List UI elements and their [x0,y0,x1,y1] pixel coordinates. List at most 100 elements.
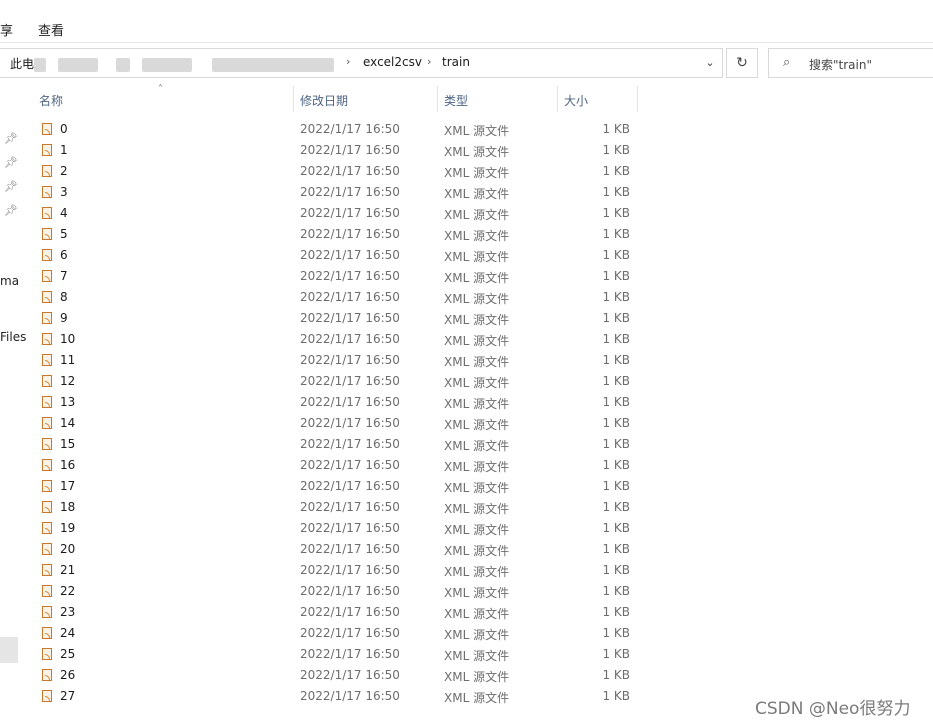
file-name: 4 [60,206,68,220]
address-bar[interactable] [0,48,723,78]
file-type: XML 源文件 [444,481,510,495]
file-row[interactable]: 2 2022/1/17 16:50 XML 源文件 1 KB [0,161,640,182]
file-size: 1 KB [602,647,630,661]
file-size: 1 KB [602,689,630,703]
file-type: XML 源文件 [444,397,510,411]
file-name: 18 [60,500,76,514]
file-row[interactable]: 12 2022/1/17 16:50 XML 源文件 1 KB [0,371,640,392]
file-modified-date: 2022/1/17 16:50 [300,626,400,640]
file-row[interactable]: 24 2022/1/17 16:50 XML 源文件 1 KB [0,623,640,644]
file-type: XML 源文件 [444,502,510,516]
xml-file-icon [42,417,52,429]
file-row[interactable]: 18 2022/1/17 16:50 XML 源文件 1 KB [0,497,640,518]
file-name: 13 [60,395,76,409]
xml-file-icon [42,648,52,660]
column-divider[interactable] [637,86,638,112]
file-modified-date: 2022/1/17 16:50 [300,605,400,619]
file-row[interactable]: 7 2022/1/17 16:50 XML 源文件 1 KB [0,266,640,287]
file-name: 7 [60,269,68,283]
file-row[interactable]: 22 2022/1/17 16:50 XML 源文件 1 KB [0,581,640,602]
file-row[interactable]: 5 2022/1/17 16:50 XML 源文件 1 KB [0,224,640,245]
file-type: XML 源文件 [444,607,510,621]
column-divider[interactable] [557,86,558,112]
file-size: 1 KB [602,437,630,451]
file-row[interactable]: 27 2022/1/17 16:50 XML 源文件 1 KB [0,686,640,707]
file-row[interactable]: 4 2022/1/17 16:50 XML 源文件 1 KB [0,203,640,224]
file-modified-date: 2022/1/17 16:50 [300,479,400,493]
tab-view[interactable]: 查看 [38,20,64,39]
xml-file-icon [42,396,52,408]
file-row[interactable]: 15 2022/1/17 16:50 XML 源文件 1 KB [0,434,640,455]
xml-file-icon [42,459,52,471]
file-row[interactable]: 25 2022/1/17 16:50 XML 源文件 1 KB [0,644,640,665]
file-modified-date: 2022/1/17 16:50 [300,584,400,598]
file-size: 1 KB [602,458,630,472]
file-type: XML 源文件 [444,649,510,663]
breadcrumb-excel2csv[interactable]: excel2csv [363,55,422,69]
file-size: 1 KB [602,542,630,556]
file-row[interactable]: 14 2022/1/17 16:50 XML 源文件 1 KB [0,413,640,434]
breadcrumb-separator[interactable]: › [427,55,431,68]
file-row[interactable]: 21 2022/1/17 16:50 XML 源文件 1 KB [0,560,640,581]
file-size: 1 KB [602,122,630,136]
xml-file-icon [42,354,52,366]
tab-share[interactable]: 享 [0,20,13,39]
search-icon: ⌕ [783,55,791,70]
file-row[interactable]: 20 2022/1/17 16:50 XML 源文件 1 KB [0,539,640,560]
file-row[interactable]: 3 2022/1/17 16:50 XML 源文件 1 KB [0,182,640,203]
file-row[interactable]: 10 2022/1/17 16:50 XML 源文件 1 KB [0,329,640,350]
refresh-icon[interactable]: ↻ [726,48,758,78]
breadcrumb-train[interactable]: train [442,55,470,69]
file-name: 1 [60,143,68,157]
xml-file-icon [42,186,52,198]
file-modified-date: 2022/1/17 16:50 [300,647,400,661]
file-row[interactable]: 23 2022/1/17 16:50 XML 源文件 1 KB [0,602,640,623]
chevron-down-icon[interactable]: ⌄ [700,52,720,74]
file-modified-date: 2022/1/17 16:50 [300,143,400,157]
file-name: 9 [60,311,68,325]
file-size: 1 KB [602,311,630,325]
xml-file-icon [42,165,52,177]
file-modified-date: 2022/1/17 16:50 [300,689,400,703]
file-name: 2 [60,164,68,178]
search-input[interactable]: ⌕ 搜索"train" [768,48,933,78]
file-row[interactable]: 6 2022/1/17 16:50 XML 源文件 1 KB [0,245,640,266]
file-row[interactable]: 1 2022/1/17 16:50 XML 源文件 1 KB [0,140,640,161]
xml-file-icon [42,564,52,576]
file-name: 27 [60,689,76,703]
column-divider[interactable] [293,86,294,112]
file-row[interactable]: 11 2022/1/17 16:50 XML 源文件 1 KB [0,350,640,371]
file-row[interactable]: 8 2022/1/17 16:50 XML 源文件 1 KB [0,287,640,308]
file-row[interactable]: 9 2022/1/17 16:50 XML 源文件 1 KB [0,308,640,329]
file-name: 20 [60,542,76,556]
file-row[interactable]: 26 2022/1/17 16:50 XML 源文件 1 KB [0,665,640,686]
breadcrumb-root[interactable]: 此电 [10,55,34,72]
file-size: 1 KB [602,563,630,577]
file-type: XML 源文件 [444,250,510,264]
file-type: XML 源文件 [444,166,510,180]
file-size: 1 KB [602,332,630,346]
xml-file-icon [42,480,52,492]
xml-file-icon [42,270,52,282]
file-row[interactable]: 19 2022/1/17 16:50 XML 源文件 1 KB [0,518,640,539]
ribbon: 享 查看 [0,0,933,43]
file-type: XML 源文件 [444,439,510,453]
column-header-type[interactable]: 类型 [444,92,468,109]
xml-file-icon [42,543,52,555]
file-row[interactable]: 13 2022/1/17 16:50 XML 源文件 1 KB [0,392,640,413]
file-size: 1 KB [602,248,630,262]
column-header-date[interactable]: 修改日期 [300,92,348,109]
file-size: 1 KB [602,479,630,493]
column-header-name[interactable]: 名称 [39,92,63,109]
file-modified-date: 2022/1/17 16:50 [300,353,400,367]
file-modified-date: 2022/1/17 16:50 [300,227,400,241]
file-type: XML 源文件 [444,187,510,201]
file-row[interactable]: 16 2022/1/17 16:50 XML 源文件 1 KB [0,455,640,476]
column-divider[interactable] [437,86,438,112]
file-name: 17 [60,479,76,493]
column-header-size[interactable]: 大小 [564,92,588,109]
file-size: 1 KB [602,605,630,619]
file-row[interactable]: 17 2022/1/17 16:50 XML 源文件 1 KB [0,476,640,497]
file-row[interactable]: 0 2022/1/17 16:50 XML 源文件 1 KB [0,119,640,140]
breadcrumb-separator[interactable]: › [346,55,350,68]
